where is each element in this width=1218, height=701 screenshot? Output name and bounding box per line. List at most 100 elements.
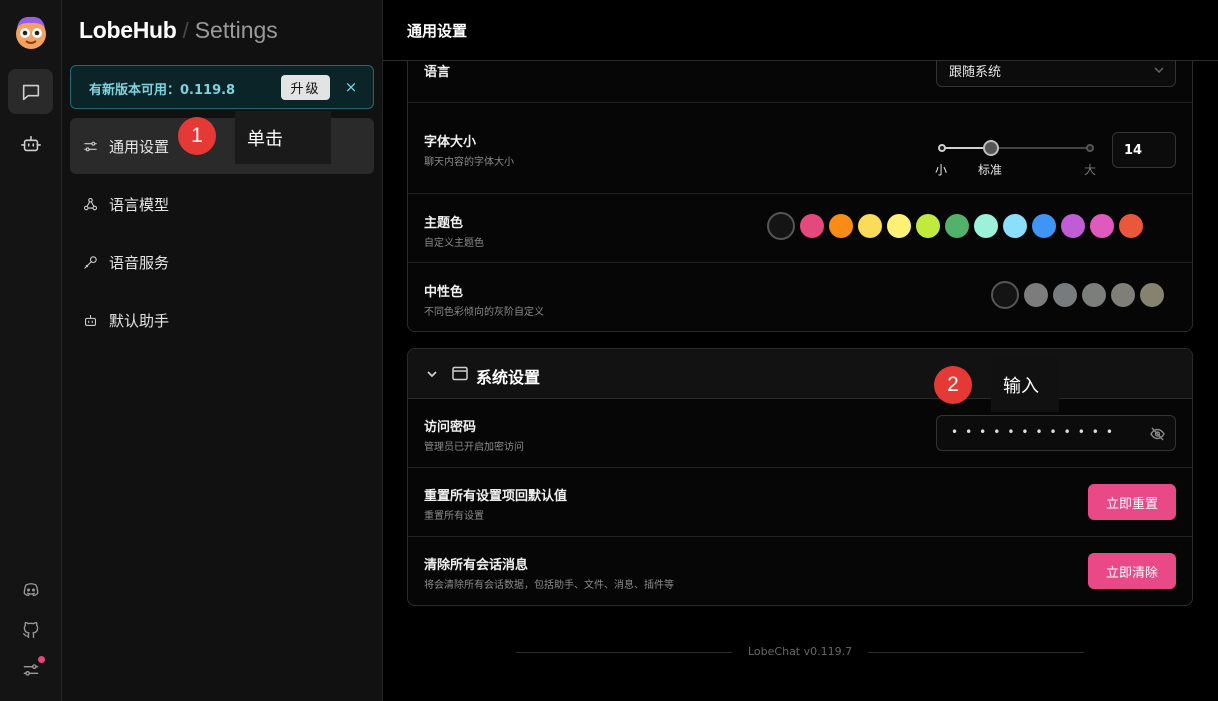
password-input[interactable]: •••••••••••• bbox=[936, 415, 1176, 451]
password-title: 访问密码 bbox=[424, 420, 477, 435]
annotation-tip-1: 单击 bbox=[235, 111, 331, 164]
brand: LobeHub / Settings bbox=[79, 17, 278, 44]
theme-color-swatch[interactable] bbox=[1003, 214, 1027, 238]
chat-nav-button[interactable] bbox=[8, 69, 53, 114]
discord-icon bbox=[23, 583, 39, 597]
neutral-color-swatch[interactable] bbox=[1082, 283, 1106, 307]
sidebar-item-agent[interactable]: 默认助手 bbox=[70, 292, 374, 348]
sidebar-item-label: 语音服务 bbox=[109, 253, 170, 272]
version-text: LobeChat v0.119.7 bbox=[748, 645, 853, 658]
theme-color-desc: 自定义主题色 bbox=[424, 238, 484, 249]
neutral-color-swatches bbox=[991, 281, 1164, 309]
slider-stop-large bbox=[1086, 144, 1094, 152]
github-link[interactable] bbox=[17, 616, 45, 644]
slider-handle[interactable] bbox=[982, 140, 999, 156]
font-size-desc: 聊天内容的字体大小 bbox=[424, 157, 514, 168]
chat-icon bbox=[22, 84, 39, 100]
theme-color-swatch[interactable] bbox=[1119, 214, 1143, 238]
brand-logo: LobeHub bbox=[79, 17, 177, 43]
neutral-color-title: 中性色 bbox=[424, 285, 464, 300]
close-icon[interactable]: × bbox=[342, 77, 360, 97]
settings-nav-button[interactable] bbox=[17, 656, 45, 684]
annotation-marker-2: 2 bbox=[934, 366, 972, 404]
neutral-color-swatch[interactable] bbox=[1053, 283, 1077, 307]
avatar[interactable] bbox=[11, 12, 51, 52]
neutral-color-desc: 不同色彩倾向的灰阶自定义 bbox=[424, 307, 544, 318]
brand-section: Settings bbox=[194, 17, 278, 43]
clear-button[interactable]: 立即清除 bbox=[1088, 553, 1176, 589]
theme-color-swatch[interactable] bbox=[829, 214, 853, 238]
system-section-title: 系统设置 bbox=[476, 368, 541, 387]
reset-desc: 重置所有设置 bbox=[424, 511, 484, 522]
discord-link[interactable] bbox=[17, 576, 45, 604]
update-text: 有新版本可用：0.119.8 bbox=[89, 83, 236, 98]
main-header: 通用设置 bbox=[383, 0, 1218, 61]
sidebar-item-label: 通用设置 bbox=[109, 137, 170, 156]
clear-row: 清除所有会话消息 将会清除所有会话数据，包括助手、文件、消息、插件等 立即清除 bbox=[408, 537, 1192, 605]
font-size-value: 14 bbox=[1124, 143, 1143, 158]
github-icon bbox=[22, 621, 39, 639]
upgrade-button[interactable]: 升级 bbox=[281, 75, 330, 100]
notification-dot bbox=[38, 656, 45, 663]
theme-color-swatch[interactable] bbox=[974, 214, 998, 238]
password-row: 访问密码 管理员已开启加密访问 •••••••••••• bbox=[408, 399, 1192, 468]
font-size-row: 字体大小 聊天内容的字体大小 小 标准 大 14 bbox=[408, 103, 1192, 194]
neutral-color-row: 中性色 不同色彩倾向的灰阶自定义 bbox=[408, 263, 1192, 333]
theme-color-swatch[interactable] bbox=[1061, 214, 1085, 238]
theme-color-swatch[interactable] bbox=[887, 214, 911, 238]
sliders-icon bbox=[84, 141, 97, 151]
annotation-tip-2: 输入 bbox=[991, 358, 1059, 412]
footer-divider bbox=[516, 652, 732, 653]
eye-off-icon[interactable] bbox=[1150, 427, 1165, 441]
theme-color-swatch[interactable] bbox=[858, 214, 882, 238]
neutral-color-swatch[interactable] bbox=[991, 281, 1019, 309]
font-size-input[interactable]: 14 bbox=[1112, 132, 1176, 168]
password-desc: 管理员已开启加密访问 bbox=[424, 442, 524, 453]
reset-button[interactable]: 立即重置 bbox=[1088, 484, 1176, 520]
footer-divider bbox=[868, 652, 1084, 653]
reset-title: 重置所有设置项回默认值 bbox=[424, 489, 568, 504]
sidebar-item-label: 默认助手 bbox=[109, 311, 170, 330]
theme-color-swatches bbox=[767, 212, 1143, 240]
font-mark-large: 大 bbox=[1084, 163, 1097, 177]
theme-color-swatch[interactable] bbox=[1090, 214, 1114, 238]
mic-icon bbox=[84, 255, 97, 269]
chevron-down-icon bbox=[1154, 67, 1164, 74]
theme-color-swatch[interactable] bbox=[945, 214, 969, 238]
update-banner: 有新版本可用：0.119.8 升级 × bbox=[70, 65, 374, 109]
clear-desc: 将会清除所有会话数据，包括助手、文件、消息、插件等 bbox=[424, 580, 674, 591]
sliders-icon bbox=[23, 664, 39, 676]
theme-color-swatch[interactable] bbox=[767, 212, 795, 240]
settings-sidebar: LobeHub / Settings 有新版本可用：0.119.8 升级 × 通… bbox=[62, 0, 383, 701]
system-settings-card: 系统设置 访问密码 管理员已开启加密访问 •••••••••••• 重置所有设置… bbox=[407, 348, 1193, 606]
theme-color-swatch[interactable] bbox=[916, 214, 940, 238]
neutral-color-swatch[interactable] bbox=[1111, 283, 1135, 307]
annotation-marker-1: 1 bbox=[178, 117, 216, 155]
footer: LobeChat v0.119.7 bbox=[516, 645, 1084, 661]
main-content: 通用设置 语言 跟随系统 字体大小 聊天内容的字体大小 小 标准 大 14 主题… bbox=[383, 0, 1218, 701]
neutral-color-swatch[interactable] bbox=[1024, 283, 1048, 307]
page-title: 通用设置 bbox=[407, 22, 468, 40]
theme-color-swatch[interactable] bbox=[800, 214, 824, 238]
neutral-color-swatch[interactable] bbox=[1140, 283, 1164, 307]
assistant-nav-button[interactable] bbox=[8, 121, 53, 166]
clear-title: 清除所有会话消息 bbox=[424, 558, 529, 573]
window-icon bbox=[452, 366, 468, 381]
theme-color-swatch[interactable] bbox=[1032, 214, 1056, 238]
system-section-header[interactable]: 系统设置 bbox=[408, 349, 1192, 399]
bot-icon bbox=[20, 135, 41, 151]
font-mark-small: 小 bbox=[935, 163, 948, 177]
sidebar-item-label: 语言模型 bbox=[109, 195, 170, 214]
bot-icon bbox=[85, 314, 96, 326]
webhook-icon bbox=[83, 197, 98, 210]
font-mark-standard: 标准 bbox=[978, 163, 1003, 177]
brand-separator: / bbox=[182, 18, 189, 43]
font-size-slider[interactable] bbox=[938, 138, 1094, 158]
slider-stop-small bbox=[938, 144, 946, 152]
sidebar-item-llm[interactable]: 语言模型 bbox=[70, 176, 374, 232]
chevron-down-icon bbox=[427, 371, 437, 378]
general-settings-card: 语言 跟随系统 字体大小 聊天内容的字体大小 小 标准 大 14 主题色 自定义… bbox=[407, 20, 1193, 332]
sidebar-item-tts[interactable]: 语音服务 bbox=[70, 234, 374, 290]
font-size-title: 字体大小 bbox=[424, 135, 477, 150]
theme-color-title: 主题色 bbox=[424, 216, 464, 231]
